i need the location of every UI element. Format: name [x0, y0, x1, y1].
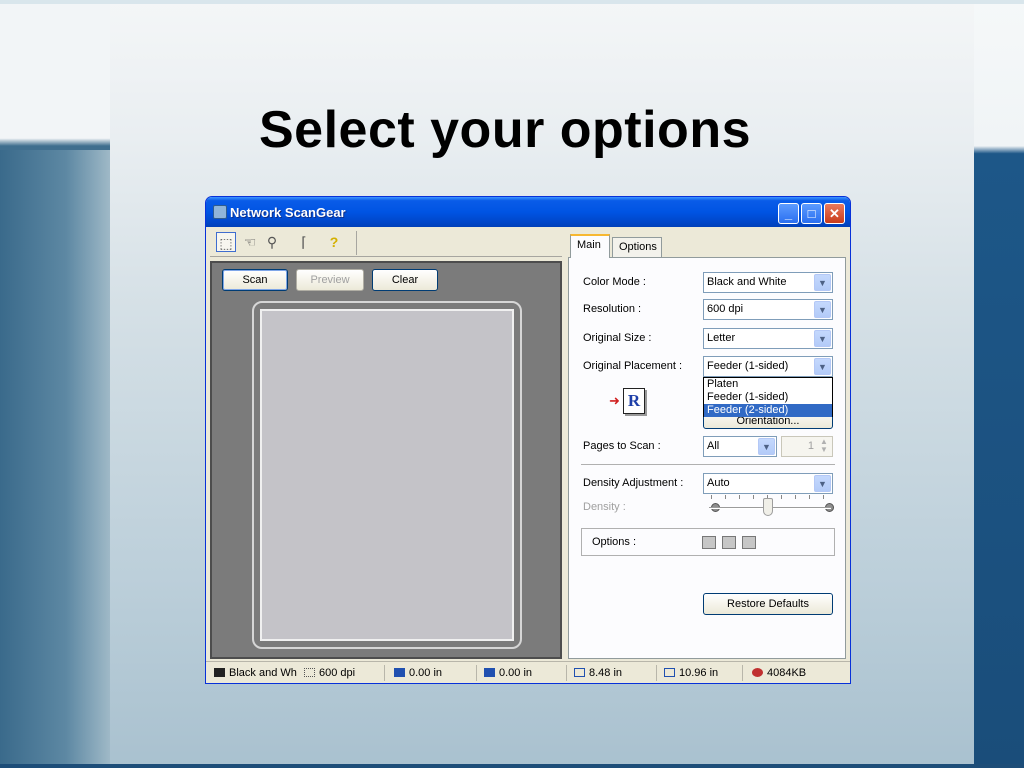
color-mode-value: Black and White — [707, 276, 787, 288]
close-button[interactable]: ✕ — [824, 203, 845, 224]
placement-option-platen[interactable]: Platen — [704, 378, 832, 391]
status-left: 0.00 in — [392, 665, 442, 681]
original-placement-label: Original Placement : — [583, 360, 683, 372]
resolution-label: Resolution : — [583, 303, 642, 315]
options-group: Options : — [581, 528, 835, 556]
top-margin-icon — [484, 668, 495, 677]
preview-toolbar: ⬚ ☜ ⚲ ⌈ ? — [210, 229, 562, 257]
status-size: 4084KB — [750, 665, 806, 681]
density-adjustment-value: Auto — [707, 477, 730, 489]
density-slider-thumb[interactable] — [763, 498, 773, 516]
main-tab-page: Color Mode : Black and White ▼ Resolutio… — [568, 257, 846, 659]
slide-top-band — [0, 0, 1024, 4]
minimize-button[interactable]: _ — [778, 203, 799, 224]
hand-icon[interactable]: ☜ — [240, 232, 260, 252]
selection-icon[interactable]: ⬚ — [216, 232, 236, 252]
document-r-icon: R — [623, 388, 645, 414]
zoom-icon[interactable]: ⚲ — [262, 232, 282, 252]
maximize-button[interactable]: □ — [801, 203, 822, 224]
color-mode-icon — [214, 668, 225, 677]
settings-pane: Main Options Color Mode : Black and Whit… — [564, 229, 848, 659]
status-width: 8.48 in — [572, 665, 622, 681]
scan-button[interactable]: Scan — [222, 269, 288, 291]
help-icon[interactable]: ? — [324, 232, 344, 252]
slide-bottom-line — [0, 764, 1024, 768]
clear-button[interactable]: Clear — [372, 269, 438, 291]
spinner-arrows-icon[interactable]: ▲ ▼ — [817, 438, 831, 455]
status-bar: Black and Wh 600 dpi 0.00 in 0.00 in 8.4… — [206, 661, 850, 683]
density-adjustment-label: Density Adjustment : — [583, 477, 684, 489]
preview-page[interactable] — [260, 309, 514, 641]
slide-left-panel-lower — [0, 150, 110, 768]
chevron-down-icon[interactable]: ▼ — [814, 301, 831, 318]
clear-button-label: Clear — [391, 274, 419, 286]
data-size-icon — [752, 668, 763, 677]
left-margin-icon — [394, 668, 405, 677]
slide-title: Select your options — [258, 101, 752, 159]
pages-to-scan-value: All — [707, 440, 720, 452]
window-titlebar[interactable]: Network ScanGear _ □ ✕ — [206, 197, 850, 227]
height-icon — [664, 668, 675, 677]
original-size-value: Letter — [707, 332, 736, 344]
placement-dropdown-list: Platen Feeder (1-sided) Feeder (2-sided) — [703, 377, 833, 417]
preview-pane: ⬚ ☜ ⚲ ⌈ ? Scan Preview Clear — [210, 229, 562, 659]
scanner-app-icon — [213, 205, 227, 219]
preview-frame — [252, 301, 522, 649]
orientation-preview: ➜ R — [609, 388, 649, 418]
tab-main[interactable]: Main — [570, 234, 610, 258]
section-divider — [581, 464, 835, 465]
original-size-label: Original Size : — [583, 332, 652, 344]
edit-icon[interactable] — [742, 536, 756, 549]
chevron-down-icon[interactable]: ▼ — [814, 358, 831, 375]
chevron-down-icon[interactable]: ▼ — [758, 438, 775, 455]
preview-button[interactable]: Preview — [296, 269, 364, 291]
chevron-down-icon[interactable]: ▼ — [814, 475, 831, 492]
status-divider — [742, 665, 743, 681]
settings-tabs: Main Options — [564, 229, 848, 258]
resolution-icon — [304, 668, 315, 677]
pages-to-scan-label: Pages to Scan : — [583, 440, 661, 452]
original-placement-value: Feeder (1-sided) — [707, 360, 789, 372]
placement-option-feeder-2-sided[interactable]: Feeder (2-sided) — [704, 404, 832, 417]
status-height: 10.96 in — [662, 665, 718, 681]
status-divider — [656, 665, 657, 681]
width-icon — [574, 668, 585, 677]
toolbar-divider — [356, 231, 357, 255]
page-count-value: 1 — [807, 440, 814, 452]
color-mode-label: Color Mode : — [583, 276, 646, 288]
status-color-mode: Black and Wh — [212, 665, 297, 681]
resolution-value: 600 dpi — [707, 303, 744, 315]
page-count-spinner[interactable]: 1 ▲ ▼ — [781, 436, 833, 457]
preview-image-icon[interactable] — [722, 536, 736, 549]
restore-defaults-button[interactable]: Restore Defaults — [703, 593, 833, 615]
scan-preview-area[interactable]: Scan Preview Clear — [210, 261, 562, 659]
crop-icon[interactable]: ⌈ — [294, 232, 314, 252]
status-top: 0.00 in — [482, 665, 532, 681]
status-divider — [566, 665, 567, 681]
scangear-window: Network ScanGear _ □ ✕ ⬚ ☜ ⚲ ⌈ ? Scan Pr… — [205, 196, 851, 684]
pages-to-scan-select[interactable]: All ▼ — [703, 436, 777, 457]
scan-button-label: Scan — [242, 274, 268, 286]
restore-defaults-label: Restore Defaults — [727, 598, 809, 610]
arrow-left-icon: ➜ — [609, 393, 620, 408]
preview-button-label: Preview — [310, 274, 350, 286]
density-label: Density : — [583, 501, 626, 513]
copy-pages-icon[interactable] — [702, 536, 716, 549]
placement-option-feeder-1-sided[interactable]: Feeder (1-sided) — [704, 391, 832, 404]
original-placement-select[interactable]: Feeder (1-sided) ▼ — [703, 356, 833, 377]
status-divider — [384, 665, 385, 681]
chevron-down-icon[interactable]: ▼ — [814, 274, 831, 291]
chevron-down-icon[interactable]: ▼ — [814, 330, 831, 347]
status-divider — [476, 665, 477, 681]
tab-options[interactable]: Options — [612, 237, 662, 257]
window-title: Network ScanGear — [230, 205, 346, 220]
options-label: Options : — [592, 536, 637, 548]
resolution-select[interactable]: 600 dpi ▼ — [703, 299, 833, 320]
original-size-select[interactable]: Letter ▼ — [703, 328, 833, 349]
density-adjustment-select[interactable]: Auto ▼ — [703, 473, 833, 494]
status-resolution: 600 dpi — [302, 665, 355, 681]
color-mode-select[interactable]: Black and White ▼ — [703, 272, 833, 293]
